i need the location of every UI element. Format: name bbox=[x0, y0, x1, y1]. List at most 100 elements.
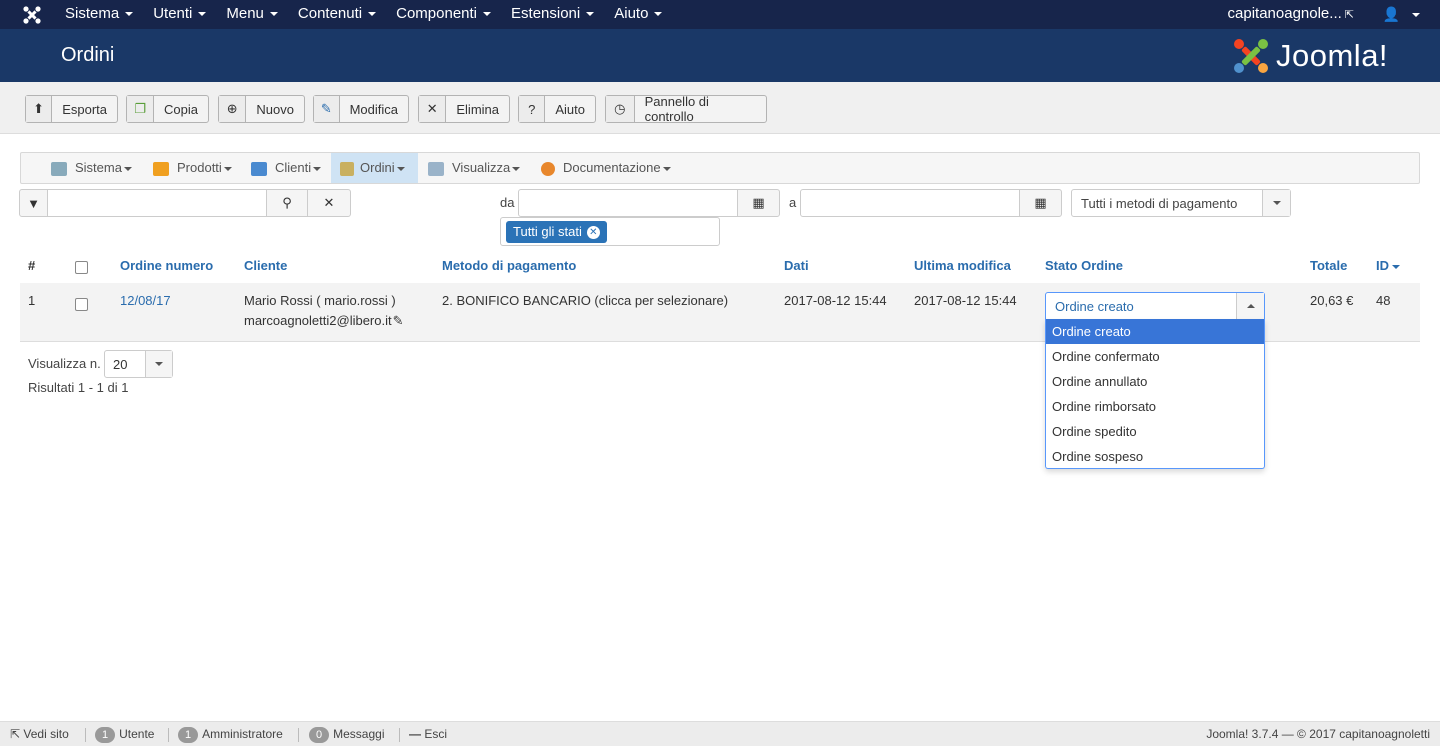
help-button[interactable]: ? Aiuto bbox=[518, 95, 596, 123]
minus-icon: — bbox=[409, 727, 421, 741]
submenu-prodotti[interactable]: Prodotti bbox=[153, 153, 232, 183]
order-last-modified: 2017-08-12 15:44 bbox=[914, 293, 1017, 308]
menu-utenti[interactable]: Utenti bbox=[143, 0, 216, 29]
dashboard-icon: ◷ bbox=[606, 96, 635, 122]
chevron-down-icon bbox=[145, 351, 172, 377]
user-menu[interactable]: 👤 bbox=[1383, 0, 1420, 28]
status-option[interactable]: Ordine rimborsato bbox=[1046, 394, 1264, 419]
to-date-input[interactable] bbox=[800, 189, 1020, 217]
brand-text: Joomla! bbox=[1276, 38, 1389, 73]
tools-icon bbox=[51, 161, 67, 176]
edit-button[interactable]: ✎ Modifica bbox=[313, 95, 409, 123]
caret-down-icon bbox=[654, 12, 663, 17]
status-option[interactable]: Ordine confermato bbox=[1046, 344, 1264, 369]
users-link[interactable]: 1 Utente bbox=[95, 722, 154, 746]
col-status[interactable]: Stato Ordine bbox=[1045, 258, 1123, 273]
menu-contenuti[interactable]: Contenuti bbox=[288, 0, 386, 29]
close-icon: ✕ bbox=[419, 96, 447, 122]
col-id[interactable]: ID bbox=[1376, 258, 1400, 273]
submenu-clienti[interactable]: Clienti bbox=[251, 153, 322, 183]
col-total[interactable]: Totale bbox=[1310, 258, 1347, 273]
caret-down-icon bbox=[483, 12, 492, 17]
users-badge: 1 bbox=[95, 727, 116, 743]
menu-aiuto[interactable]: Aiuto bbox=[604, 0, 672, 29]
caret-down-icon bbox=[586, 12, 595, 17]
copy-icon: ❐ bbox=[127, 96, 155, 122]
clear-search-button[interactable]: ✕ bbox=[307, 189, 351, 217]
results-count: Risultati 1 - 1 di 1 bbox=[28, 380, 129, 395]
to-label: a bbox=[789, 195, 797, 210]
row-checkbox[interactable] bbox=[75, 298, 88, 311]
pencil-icon[interactable]: ✎ bbox=[393, 313, 404, 328]
col-customer[interactable]: Cliente bbox=[244, 258, 287, 273]
user-icon: 👤 bbox=[1382, 6, 1400, 22]
order-number-link[interactable]: 12/08/17 bbox=[120, 293, 171, 308]
joomla-logo-icon[interactable] bbox=[22, 5, 42, 25]
chevron-down-icon bbox=[1262, 190, 1290, 216]
order-status-select[interactable]: Ordine creato bbox=[1045, 292, 1265, 320]
filter-button[interactable]: ▼ bbox=[19, 189, 48, 217]
caret-down-icon bbox=[123, 166, 132, 171]
status-chip[interactable]: Tutti gli stati ✕ bbox=[506, 221, 607, 243]
close-icon: ✕ bbox=[323, 195, 335, 210]
remove-chip-icon[interactable]: ✕ bbox=[586, 226, 600, 240]
payment-method-select[interactable]: Tutti i metodi di pagamento bbox=[1071, 189, 1291, 217]
view-site-link[interactable]: ⇱ Vedi sito bbox=[10, 722, 69, 746]
menu-sistema[interactable]: Sistema bbox=[55, 0, 143, 29]
status-option[interactable]: Ordine annullato bbox=[1046, 369, 1264, 394]
toolbar: ⬆ Esporta ❐ Copia ⊕ Nuovo ✎ Modifica ✕ Elimin… bbox=[0, 82, 1440, 134]
col-order-number[interactable]: Ordine numero bbox=[120, 258, 213, 273]
copy-button[interactable]: ❐ Copia bbox=[126, 95, 209, 123]
select-all-checkbox[interactable] bbox=[75, 261, 88, 274]
search-input[interactable] bbox=[47, 189, 267, 217]
page-size-select[interactable]: 20 bbox=[104, 350, 173, 378]
divider bbox=[85, 728, 86, 742]
caret-down-icon bbox=[662, 166, 671, 171]
page-header: Ordini Joomla! bbox=[0, 29, 1440, 82]
top-navbar: Sistema Utenti Menu Contenuti Componenti… bbox=[0, 0, 1440, 29]
submenu-sistema[interactable]: Sistema bbox=[51, 153, 132, 183]
divider bbox=[168, 728, 169, 742]
logout-link[interactable]: — Esci bbox=[409, 722, 447, 746]
status-option[interactable]: Ordine spedito bbox=[1046, 419, 1264, 444]
external-link-icon: ⇱ bbox=[1344, 9, 1354, 21]
page-title: Ordini bbox=[61, 44, 115, 66]
search-button[interactable]: ⚲ bbox=[266, 189, 308, 217]
submenu-ordini[interactable]: Ordini bbox=[331, 153, 418, 183]
new-button[interactable]: ⊕ Nuovo bbox=[218, 95, 305, 123]
submenu-visualizza[interactable]: Visualizza bbox=[428, 153, 521, 183]
orders-icon bbox=[340, 161, 354, 176]
control-panel-button[interactable]: ◷ Pannello di controllo bbox=[605, 94, 767, 124]
from-calendar-button[interactable]: ▦ bbox=[737, 189, 780, 217]
export-button[interactable]: ⬆ Esporta bbox=[25, 95, 118, 123]
to-calendar-button[interactable]: ▦ bbox=[1019, 189, 1062, 217]
window-icon bbox=[428, 161, 444, 176]
col-payment[interactable]: Metodo di pagamento bbox=[442, 258, 576, 273]
upload-icon: ⬆ bbox=[26, 96, 53, 122]
menu-estensioni[interactable]: Estensioni bbox=[501, 0, 604, 29]
status-option[interactable]: Ordine creato bbox=[1046, 319, 1264, 344]
payment-method-cell[interactable]: 2. BONIFICO BANCARIO (clicca per selezio… bbox=[442, 293, 728, 308]
status-option[interactable]: Ordine sospeso bbox=[1046, 444, 1264, 469]
status-footer: ⇱ Vedi sito 1 Utente 1 Amministratore 0 Mes… bbox=[0, 721, 1440, 746]
order-status-options: Ordine creato Ordine confermato Ordine a… bbox=[1045, 319, 1265, 469]
messages-badge: 0 bbox=[309, 727, 330, 743]
menu-menu[interactable]: Menu bbox=[216, 0, 288, 29]
menu-componenti[interactable]: Componenti bbox=[386, 0, 501, 29]
customer-email: marcoagnoletti2@libero.it✎ bbox=[244, 313, 404, 328]
from-date-input[interactable] bbox=[518, 189, 738, 217]
submenu-documentazione[interactable]: Documentazione bbox=[541, 153, 671, 183]
caret-down-icon bbox=[1412, 13, 1420, 18]
col-date[interactable]: Dati bbox=[784, 258, 809, 273]
version-info: Joomla! 3.7.4 — © 2017 capitanoagnoletti bbox=[1206, 727, 1430, 741]
caret-down-icon bbox=[125, 12, 134, 17]
admins-badge: 1 bbox=[178, 727, 199, 743]
calendar-icon: ▦ bbox=[752, 195, 765, 210]
messages-link[interactable]: 0 Messaggi bbox=[309, 722, 384, 746]
order-id: 48 bbox=[1376, 293, 1391, 308]
site-link[interactable]: capitanoagnole... ⇱ bbox=[1228, 0, 1354, 29]
delete-button[interactable]: ✕ Elimina bbox=[418, 95, 510, 123]
col-last-modified[interactable]: Ultima modifica bbox=[914, 258, 1011, 273]
admins-link[interactable]: 1 Amministratore bbox=[178, 722, 283, 746]
caret-down-icon bbox=[313, 166, 322, 171]
